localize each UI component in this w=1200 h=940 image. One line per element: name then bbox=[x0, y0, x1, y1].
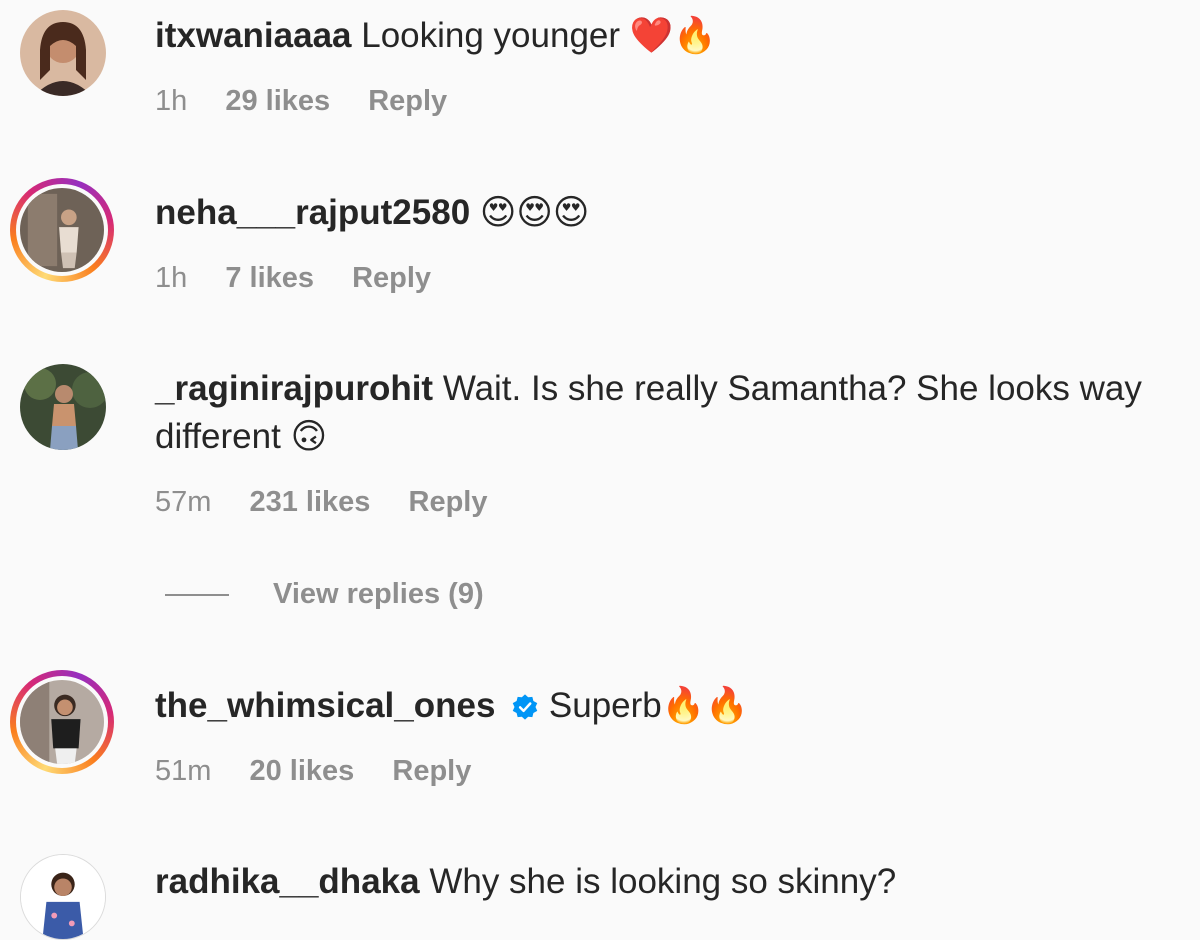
upside-down-face-emoji: 🙃 bbox=[290, 417, 328, 457]
divider-line bbox=[165, 593, 229, 596]
comment-likes[interactable]: 7 likes bbox=[225, 262, 314, 294]
comment-username[interactable]: _raginirajpurohit bbox=[155, 369, 433, 408]
avatar-story-ring[interactable] bbox=[10, 178, 114, 282]
avatar[interactable] bbox=[20, 364, 106, 450]
heart-fire-emoji: ❤️🔥 bbox=[629, 16, 717, 56]
view-replies-label: View replies (9) bbox=[273, 578, 484, 610]
comment-time: 57m bbox=[155, 486, 212, 518]
fire-emoji: 🔥🔥 bbox=[661, 686, 749, 726]
comment-meta: 1h 29 likes Reply bbox=[155, 85, 477, 118]
comment-meta: 57m 231 likes Reply bbox=[155, 486, 517, 519]
comment-text: Why she is looking so skinny? bbox=[429, 862, 897, 901]
reply-button[interactable]: Reply bbox=[368, 85, 447, 117]
comment-likes[interactable]: 20 likes bbox=[249, 755, 354, 787]
view-replies-button[interactable]: View replies (9) bbox=[165, 578, 484, 611]
heart-eyes-emoji: 😍😍😍 bbox=[479, 193, 590, 233]
comment-username[interactable]: radhika__dhaka bbox=[155, 862, 420, 901]
comment-time: 1h bbox=[155, 85, 188, 117]
comment-meta: 1h 7 likes Reply bbox=[155, 262, 461, 295]
avatar[interactable] bbox=[20, 854, 106, 940]
comment-meta: 51m 20 likes Reply bbox=[155, 755, 501, 788]
avatar bbox=[20, 188, 104, 272]
comment-time: 1h bbox=[155, 262, 188, 294]
comment-username[interactable]: the_whimsical_ones bbox=[155, 686, 495, 725]
avatar[interactable] bbox=[20, 10, 106, 96]
reply-button[interactable]: Reply bbox=[409, 486, 488, 518]
comment-time: 51m bbox=[155, 755, 212, 787]
comment-text: Superb bbox=[548, 686, 662, 725]
reply-button[interactable]: Reply bbox=[352, 262, 431, 294]
avatar bbox=[20, 680, 104, 764]
comments-list: itxwaniaaaa Looking younger ❤️🔥 1h 29 li… bbox=[0, 0, 1200, 940]
comment-username[interactable]: itxwaniaaaa bbox=[155, 16, 352, 55]
comment-username[interactable]: neha___rajput2580 bbox=[155, 193, 470, 232]
comment-likes[interactable]: 29 likes bbox=[225, 85, 330, 117]
reply-button[interactable]: Reply bbox=[392, 755, 471, 787]
avatar-story-ring[interactable] bbox=[10, 670, 114, 774]
comment-text: Looking younger bbox=[361, 16, 621, 55]
verified-badge-icon bbox=[512, 694, 538, 720]
comment-likes[interactable]: 231 likes bbox=[249, 486, 370, 518]
